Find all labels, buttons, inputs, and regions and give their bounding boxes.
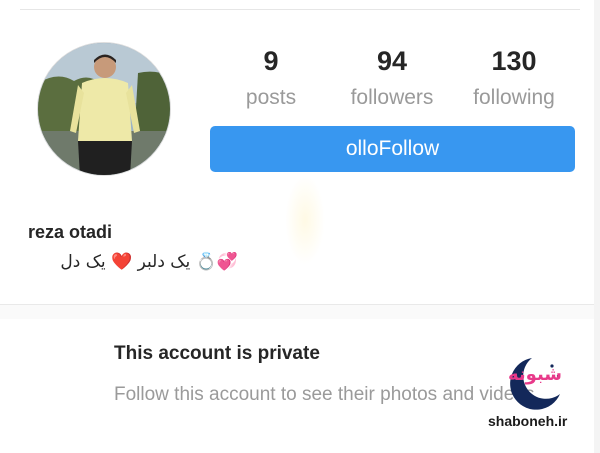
profile-bio: 💞💍 یک دلبر ❤️ یک دل (60, 252, 238, 272)
posts-label: posts (245, 86, 297, 109)
image-smudge (285, 175, 325, 265)
followers-label: followers (350, 86, 434, 109)
profile-photo-icon (38, 43, 170, 175)
stat-followers[interactable]: 94 followers (340, 46, 444, 111)
avatar[interactable] (37, 42, 171, 176)
page-edge (594, 0, 600, 453)
private-account-title: This account is private (114, 343, 320, 364)
site-watermark: شبونه shaboneh.ir (486, 352, 586, 432)
watermark-script: شبونه (508, 364, 563, 385)
watermark-url: shaboneh.ir (488, 413, 568, 429)
following-count: 130 (491, 46, 537, 76)
profile-username: reza otadi (28, 222, 113, 242)
follow-button[interactable]: olloFollow (210, 126, 575, 172)
following-label: following (473, 86, 555, 109)
stat-posts: 9 posts (240, 46, 302, 111)
private-account-message: Follow this account to see their photos … (114, 384, 540, 405)
stat-following[interactable]: 130 following (462, 46, 566, 111)
posts-count: 9 (263, 46, 279, 76)
section-band (0, 305, 594, 319)
top-divider (20, 9, 580, 10)
followers-count: 94 (376, 46, 408, 76)
